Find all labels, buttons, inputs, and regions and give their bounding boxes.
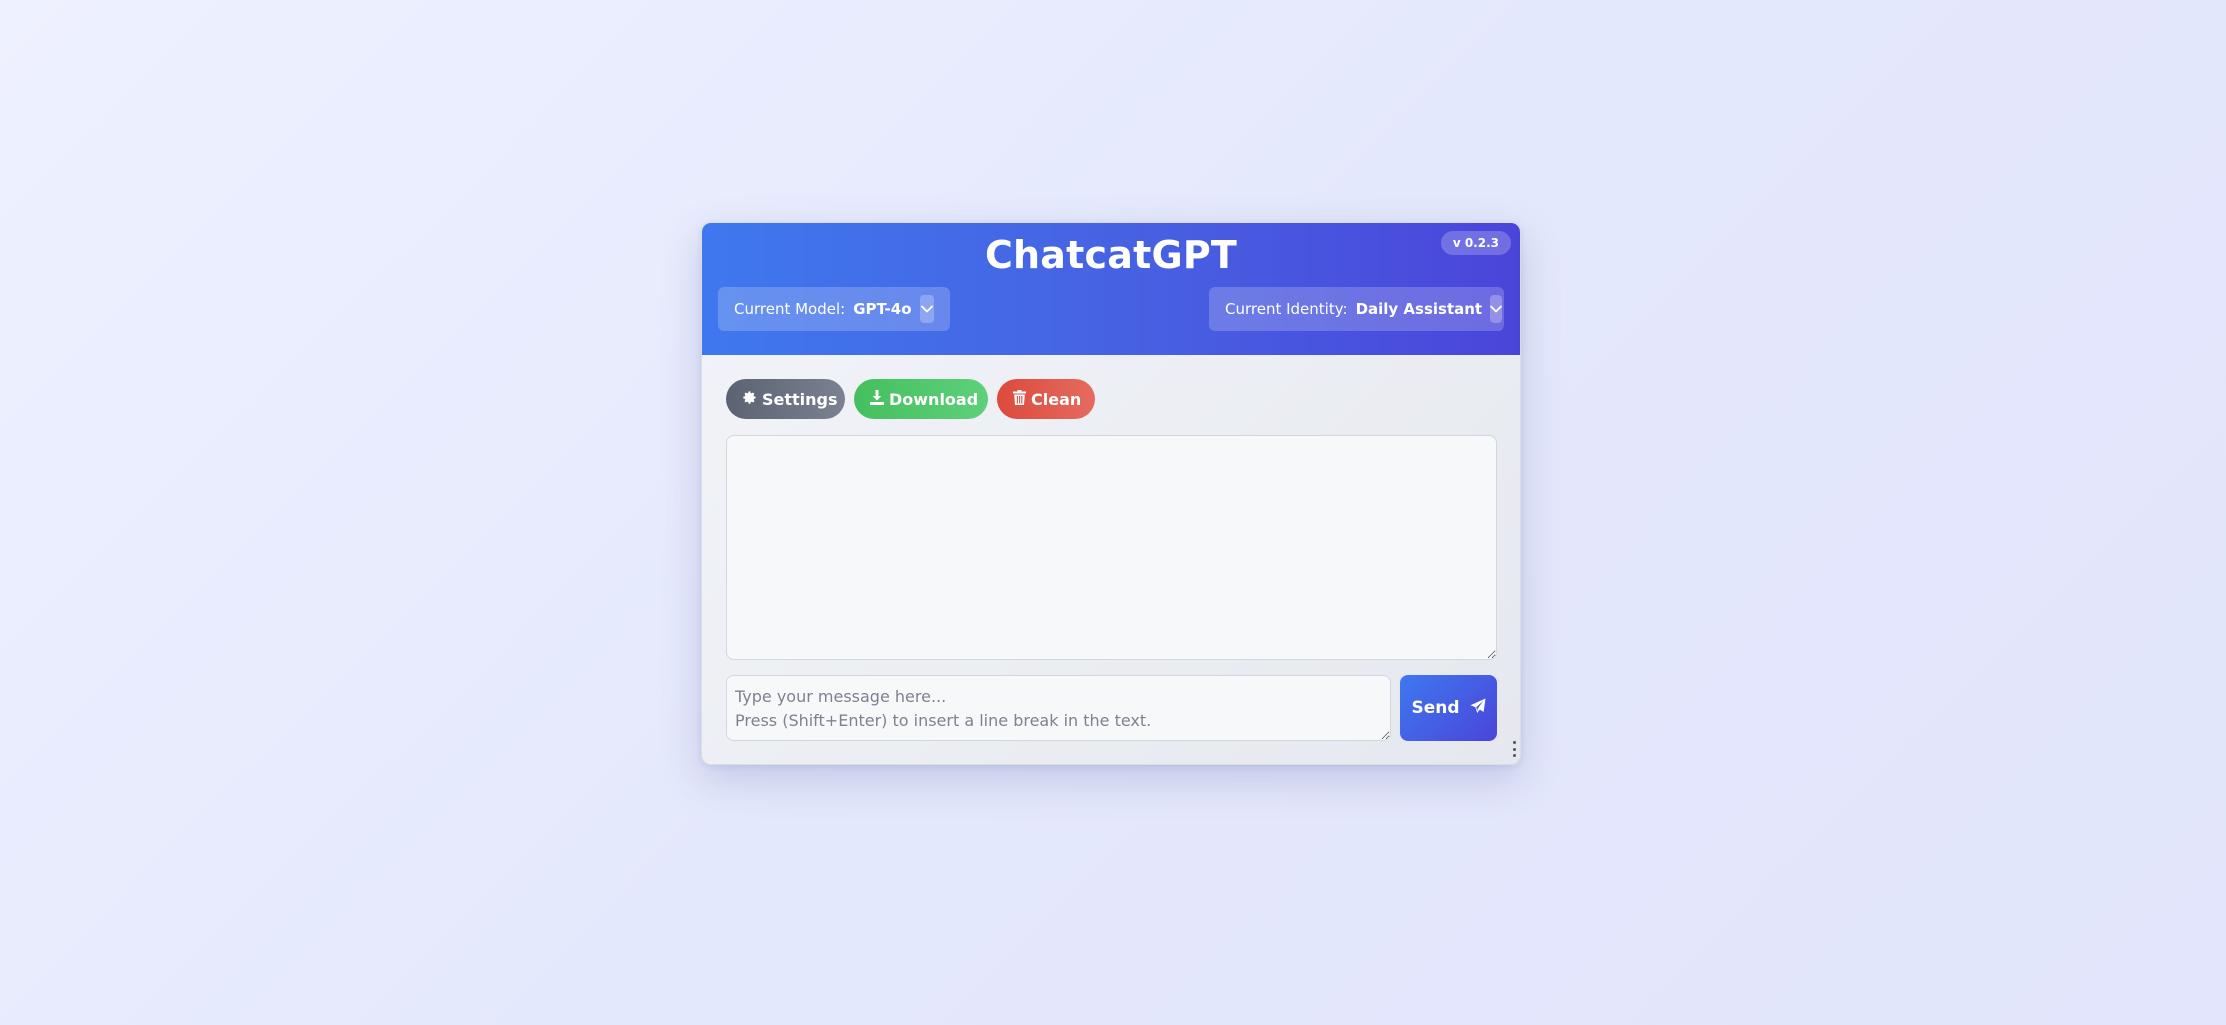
chat-window: ChatcatGPT v 0.2.3 Current Model: GPT-4o… xyxy=(701,222,1521,765)
send-label: Send xyxy=(1411,698,1460,718)
model-value: GPT-4o xyxy=(853,300,912,318)
trash-icon xyxy=(1013,389,1026,409)
settings-button[interactable]: Settings xyxy=(726,379,845,419)
message-input[interactable] xyxy=(726,675,1391,741)
app-title: ChatcatGPT xyxy=(984,233,1238,277)
clean-label: Clean xyxy=(1031,389,1082,409)
chevron-down-icon[interactable] xyxy=(919,295,934,323)
version-badge: v 0.2.3 xyxy=(1440,231,1511,255)
identity-value: Daily Assistant xyxy=(1355,300,1483,318)
download-button[interactable]: Download xyxy=(854,379,988,419)
identity-selector[interactable]: Current Identity: Daily Assistant xyxy=(1209,287,1504,331)
download-icon xyxy=(870,389,884,409)
vertical-dots-icon[interactable] xyxy=(1511,741,1517,757)
toolbar: Settings Download Clean xyxy=(726,379,1095,419)
download-label: Download xyxy=(889,389,979,409)
model-selector[interactable]: Current Model: GPT-4o xyxy=(718,287,950,331)
chevron-down-icon[interactable] xyxy=(1490,295,1503,323)
settings-label: Settings xyxy=(762,389,838,409)
header: ChatcatGPT v 0.2.3 Current Model: GPT-4o… xyxy=(702,223,1520,355)
model-label: Current Model: xyxy=(734,300,846,318)
identity-label: Current Identity: xyxy=(1225,300,1348,318)
clean-button[interactable]: Clean xyxy=(997,379,1095,419)
paper-plane-icon xyxy=(1470,698,1486,719)
send-button[interactable]: Send xyxy=(1400,675,1497,741)
chat-history[interactable] xyxy=(726,435,1497,660)
gear-icon xyxy=(742,390,757,409)
